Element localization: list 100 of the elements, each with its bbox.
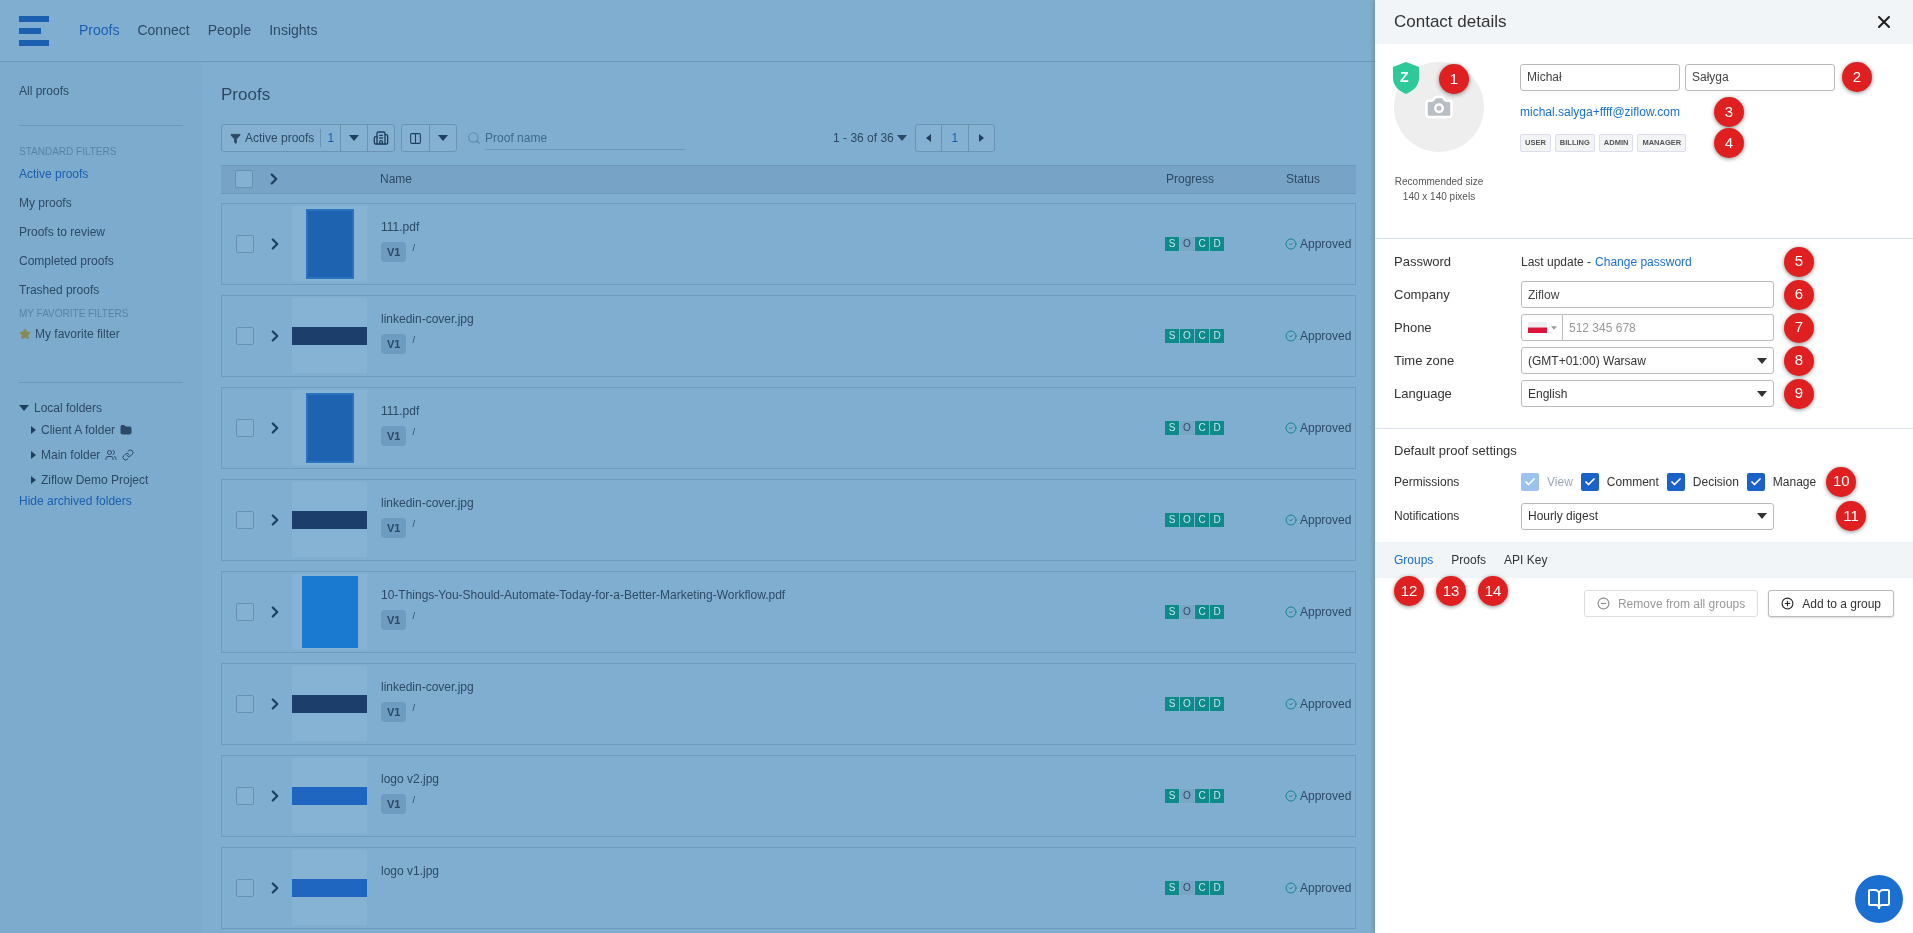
progress-step: D — [1210, 788, 1224, 803]
progress-step: D — [1210, 420, 1224, 435]
row-checkbox[interactable] — [236, 878, 254, 897]
help-button[interactable] — [1855, 875, 1903, 923]
nav-link[interactable]: Insights — [269, 20, 318, 41]
sidebar-link[interactable]: Trashed proofs — [19, 275, 183, 304]
row-checkbox[interactable] — [236, 510, 254, 529]
proof-row[interactable]: linkedin-cover.jpg V1 / S O C D Approved — [221, 478, 1356, 561]
sidebar-link[interactable]: All proofs — [19, 82, 183, 100]
sidebar-link[interactable]: My favorite filter — [35, 325, 120, 343]
panel-title: Contact details — [1394, 11, 1507, 34]
proof-name[interactable]: logo v2.jpg — [381, 769, 1165, 788]
proof-row[interactable]: 10-Things-You-Should-Automate-Today-for-a-Better-Marketing-Workflow.pdf V1 / S O C D Approved — [221, 570, 1356, 653]
filter-count: 1 — [320, 129, 341, 147]
check-circle-icon — [1285, 513, 1297, 526]
proof-name[interactable]: linkedin-cover.jpg — [381, 309, 1165, 328]
proof-row[interactable]: 111.pdf V1 / S O C D Approved — [221, 202, 1356, 285]
progress-step: C — [1195, 328, 1209, 343]
permission-label: Decision — [1692, 473, 1739, 491]
building-icon[interactable] — [373, 130, 390, 146]
row-checkbox[interactable] — [236, 602, 254, 621]
permission-checkbox[interactable] — [1580, 472, 1599, 491]
select-field[interactable]: English — [1521, 380, 1774, 407]
row-checkbox[interactable] — [236, 418, 254, 437]
proof-name[interactable]: linkedin-cover.jpg — [381, 677, 1165, 696]
field-label: Company — [1394, 285, 1451, 304]
sidebar-link[interactable]: Active proofs — [19, 159, 183, 188]
country-select[interactable] — [1521, 314, 1563, 341]
progress-step: O — [1180, 604, 1194, 619]
panel-tab[interactable]: Proofs — [1451, 551, 1487, 569]
app-logo — [19, 15, 49, 46]
caret-icon — [925, 134, 931, 142]
document-thumbnail — [305, 208, 354, 279]
nav-link[interactable]: People — [207, 20, 252, 41]
search-field[interactable]: Proof name — [485, 126, 686, 150]
proof-row[interactable]: logo v2.jpg V1 / S O C D Approved — [221, 754, 1356, 837]
proof-name[interactable]: linkedin-cover.jpg — [381, 493, 1165, 512]
plus-icon — [1781, 597, 1795, 610]
column-header[interactable]: Name — [380, 170, 1166, 188]
proof-name[interactable]: 111.pdf — [381, 217, 1165, 236]
company-field[interactable]: Ziflow — [1521, 281, 1774, 308]
status-text: Approved — [1300, 327, 1352, 345]
people-icon — [105, 448, 118, 461]
folder-link[interactable]: Ziflow Demo Project — [41, 470, 149, 489]
check-icon — [1669, 475, 1682, 488]
field-label: Password — [1394, 252, 1453, 271]
columns-icon — [409, 131, 423, 145]
change-password-link[interactable]: Change password — [1595, 252, 1692, 271]
minus-icon — [1596, 597, 1610, 610]
row-checkbox[interactable] — [236, 786, 254, 805]
status-text: Approved — [1300, 787, 1352, 805]
pagination-range[interactable]: 1 - 36 of 36 — [833, 129, 894, 147]
column-header[interactable]: Status — [1286, 170, 1356, 188]
folder-link[interactable]: Client A folder — [41, 420, 116, 439]
sidebar-link[interactable]: Completed proofs — [19, 246, 183, 275]
nav-link[interactable]: Connect — [137, 20, 190, 41]
number-marker: 9 — [1784, 378, 1814, 409]
proof-row[interactable]: linkedin-cover.jpg V1 / S O C D Approved — [221, 294, 1356, 377]
last-name-field[interactable]: Sałyga — [1685, 63, 1835, 91]
proof-row[interactable]: 111.pdf V1 / S O C D Approved — [221, 386, 1356, 469]
folder-link[interactable]: Main folder — [41, 445, 101, 464]
row-checkbox[interactable] — [236, 326, 254, 345]
nav-link[interactable]: Proofs — [79, 20, 120, 41]
permission-checkbox[interactable] — [1746, 472, 1765, 491]
proof-row[interactable]: linkedin-cover.jpg V1 / S O C D Approved — [221, 662, 1356, 745]
caret-icon — [1757, 390, 1767, 397]
select-field[interactable]: Hourly digest — [1521, 502, 1774, 530]
phone-field[interactable]: 512 345 678 — [1563, 314, 1774, 341]
proof-row[interactable]: logo v1.jpg S O C D Approved — [221, 846, 1356, 929]
proof-name[interactable]: 10-Things-You-Should-Automate-Today-for-a-Better-Marketing-Workflow.pdf — [381, 585, 1165, 604]
column-header[interactable]: Progress — [1166, 170, 1286, 188]
columns-control[interactable] — [401, 124, 458, 152]
panel-tab[interactable]: Groups — [1394, 551, 1434, 569]
select-field[interactable]: (GMT+01:00) Warsaw — [1521, 347, 1774, 374]
proof-name[interactable]: 111.pdf — [381, 401, 1165, 420]
folder-group-label[interactable]: Local folders — [34, 399, 103, 417]
caret-icon — [31, 425, 36, 434]
select-all-checkbox[interactable] — [235, 170, 253, 188]
progress-step: O — [1180, 696, 1194, 711]
add-group-button[interactable]: Add to a group — [1768, 590, 1894, 617]
row-checkbox[interactable] — [236, 694, 254, 713]
permission-checkbox[interactable] — [1666, 472, 1685, 491]
sidebar-link[interactable]: My proofs — [19, 188, 183, 217]
flag-icon — [1527, 322, 1547, 333]
number-marker: 5 — [1784, 246, 1814, 277]
panel-tab[interactable]: API Key — [1504, 551, 1548, 569]
version-badge: V1 — [381, 425, 407, 446]
filter-control[interactable]: Active proofs 1 — [221, 124, 396, 152]
caret-icon — [1757, 357, 1767, 364]
proof-name[interactable]: logo v1.jpg — [381, 861, 1165, 880]
row-checkbox[interactable] — [236, 234, 254, 253]
sidebar-link[interactable]: Proofs to review — [19, 217, 183, 246]
pagination-control[interactable]: 1 — [914, 124, 995, 152]
check-icon — [1524, 475, 1536, 488]
page-number[interactable]: 1 — [940, 125, 969, 151]
field-label: Phone — [1394, 318, 1433, 337]
check-icon — [1749, 475, 1762, 488]
email-link[interactable]: michal.salyga+ffff@ziflow.com — [1520, 103, 1714, 121]
hide-archived-link[interactable]: Hide archived folders — [19, 492, 183, 510]
first-name-field[interactable]: Michał — [1520, 63, 1680, 91]
